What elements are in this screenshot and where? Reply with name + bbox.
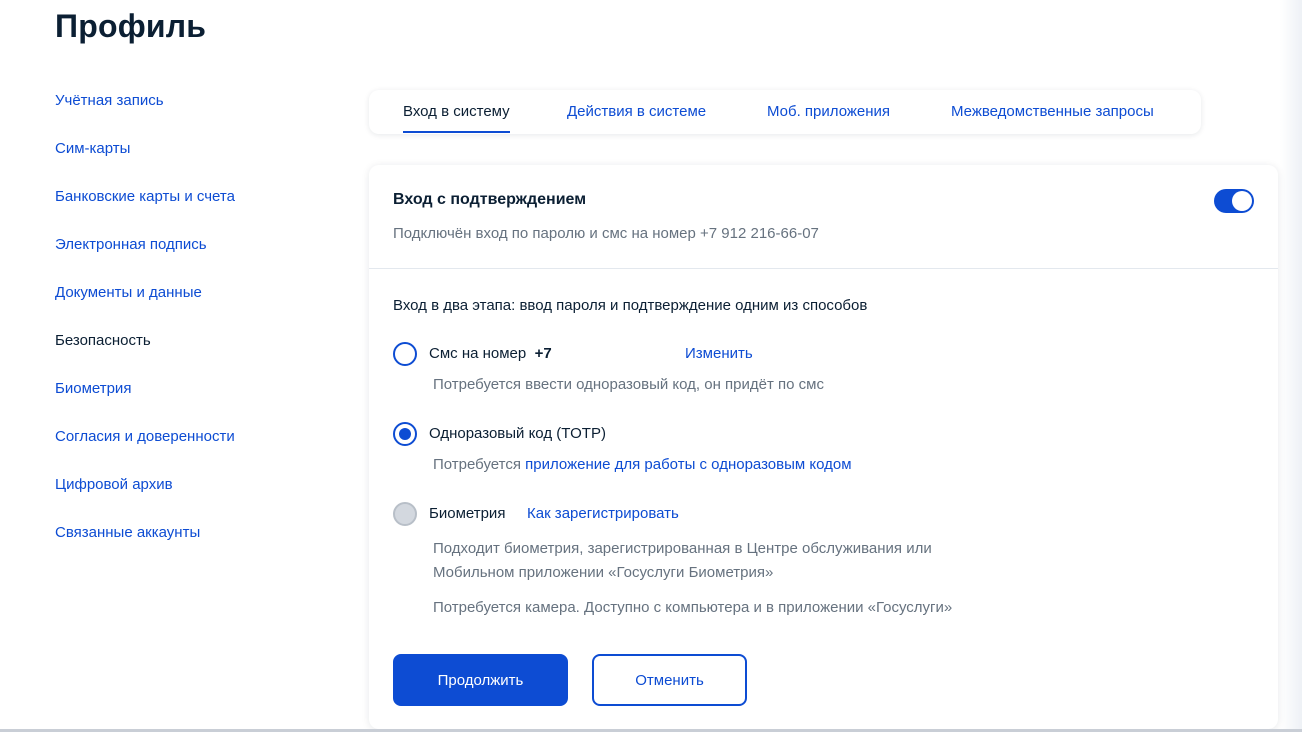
biometry-option-label: Биометрия [429, 505, 506, 522]
cancel-button[interactable]: Отменить [592, 654, 747, 706]
login-confirmation-card: Вход с подтверждением Подключён вход по … [369, 165, 1278, 729]
sms-label-text: Смс на номер [429, 345, 527, 362]
totp-hint: Потребуется приложение для работы с одно… [433, 453, 852, 477]
tab-interagency-requests[interactable]: Межведомственные запросы [951, 90, 1154, 134]
sidebar-item-consents[interactable]: Согласия и доверенности [55, 428, 315, 476]
security-tabs: Вход в систему Действия в системе Моб. п… [369, 90, 1201, 134]
totp-app-link[interactable]: приложение для работы с одноразовым кодо… [525, 456, 851, 473]
two-step-description: Вход в два этапа: ввод пароля и подтверж… [393, 297, 868, 314]
sidebar-item-digital-archive[interactable]: Цифровой архив [55, 476, 315, 524]
change-number-link[interactable]: Изменить [685, 345, 753, 362]
page-title: Профиль [55, 8, 207, 44]
sidebar-item-linked-accounts[interactable]: Связанные аккаунты [55, 524, 315, 572]
sms-number: +7 [534, 345, 552, 362]
login-confirmation-toggle[interactable] [1214, 189, 1254, 213]
sidebar-item-biometry[interactable]: Биометрия [55, 380, 315, 428]
continue-button[interactable]: Продолжить [393, 654, 568, 706]
divider [369, 268, 1278, 269]
sms-option-label: Смс на номер +7 [429, 345, 552, 362]
sidebar-item-bank-cards[interactable]: Банковские карты и счета [55, 188, 315, 236]
sidebar-item-security[interactable]: Безопасность [55, 332, 315, 380]
tab-system-actions[interactable]: Действия в системе [567, 90, 706, 134]
how-to-register-link[interactable]: Как зарегистрировать [527, 505, 679, 522]
biometry-radio [393, 502, 417, 526]
sms-radio[interactable] [393, 342, 417, 366]
card-subtitle: Подключён вход по паролю и смс на номер … [393, 225, 819, 242]
sidebar-item-account[interactable]: Учётная запись [55, 92, 315, 140]
totp-option-label: Одноразовый код (TOTP) [429, 425, 606, 442]
sidebar-item-e-signature[interactable]: Электронная подпись [55, 236, 315, 284]
sidebar-nav: Учётная запись Сим-карты Банковские карт… [55, 92, 315, 572]
tab-login[interactable]: Вход в систему [403, 90, 510, 134]
biometry-hint-line2: Мобильном приложении «Госуслуги Биометри… [433, 564, 774, 581]
sidebar-item-documents[interactable]: Документы и данные [55, 284, 315, 332]
totp-hint-prefix: Потребуется [433, 456, 521, 473]
toggle-knob [1232, 191, 1252, 211]
sms-hint: Потребуется ввести одноразовый код, он п… [433, 376, 824, 393]
tab-mobile-apps[interactable]: Моб. приложения [767, 90, 890, 134]
sidebar-item-sim-cards[interactable]: Сим-карты [55, 140, 315, 188]
biometry-hint-line1: Подходит биометрия, зарегистрированная в… [433, 540, 932, 557]
camera-requirement-hint: Потребуется камера. Доступно с компьютер… [433, 599, 953, 616]
card-title: Вход с подтверждением [393, 191, 587, 208]
totp-radio[interactable] [393, 422, 417, 446]
